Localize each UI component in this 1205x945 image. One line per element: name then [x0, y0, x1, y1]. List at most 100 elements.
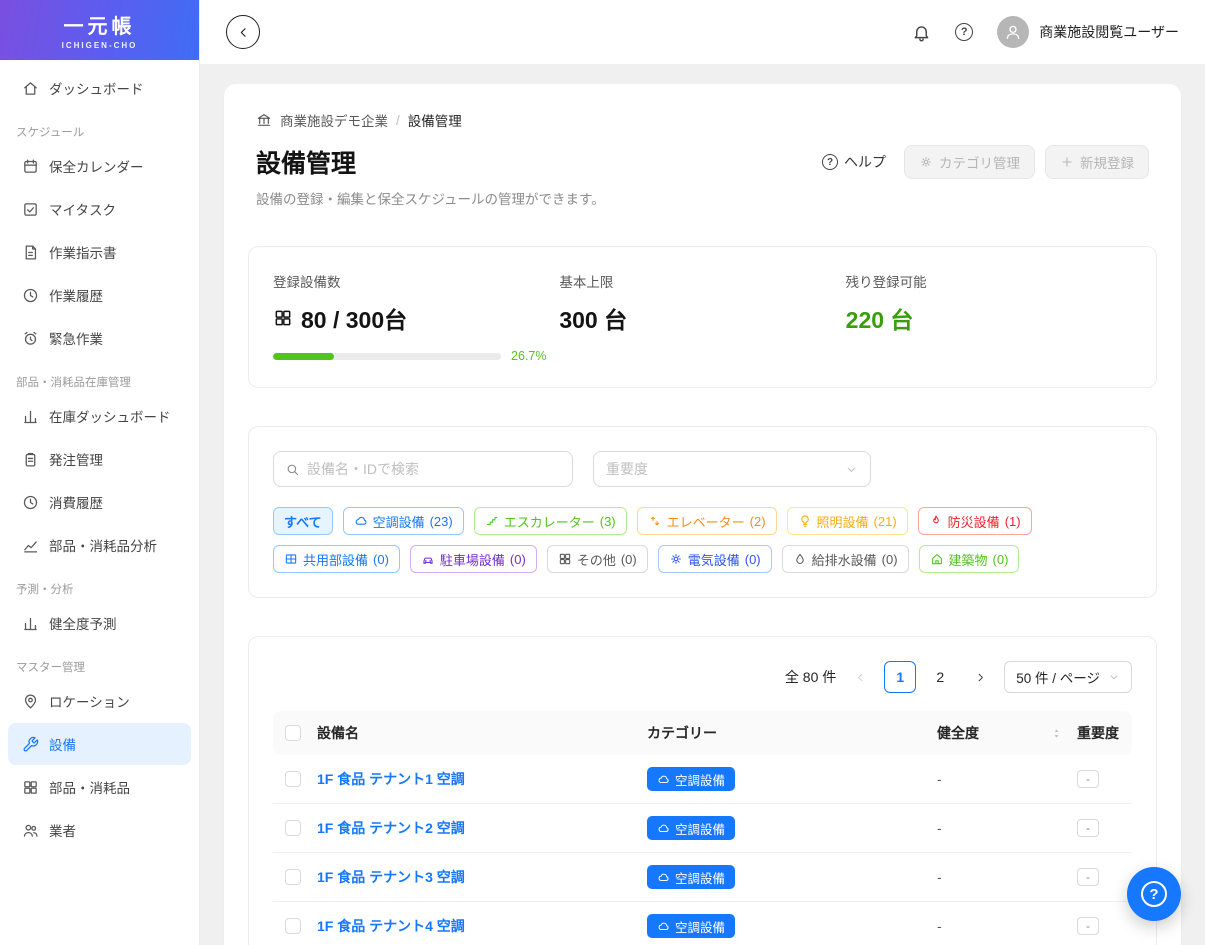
search-input[interactable] — [307, 461, 561, 477]
equipment-link[interactable]: 1F 食品 テナント3 空調 — [317, 867, 647, 887]
chip-label: 建築物 — [949, 550, 988, 569]
gear-icon — [919, 155, 933, 169]
prev-page-button[interactable] — [844, 661, 876, 693]
elevator-icon — [648, 514, 662, 528]
avatar — [997, 16, 1029, 48]
capacity-progress-fill — [273, 353, 334, 360]
sidebar-item-work-orders[interactable]: 作業指示書 — [8, 231, 191, 273]
filter-chip-elevator[interactable]: エレベーター (2) — [637, 507, 777, 535]
logo-title: 一元帳 — [64, 10, 136, 39]
chip-count: (2) — [750, 514, 766, 529]
gear-icon — [669, 552, 683, 566]
filter-chip-fire-prevention[interactable]: 防災設備 (1) — [918, 507, 1032, 535]
dashboard-icon — [22, 80, 39, 97]
help-icon[interactable] — [955, 23, 973, 41]
filter-chip-electric[interactable]: 電気設備 (0) — [658, 545, 772, 573]
filter-chip-plumbing[interactable]: 給排水設備 (0) — [782, 545, 909, 573]
stat-limit-value: 300 台 — [559, 301, 627, 335]
bell-icon[interactable] — [912, 23, 931, 42]
sidebar-item-parts[interactable]: 部品・消耗品 — [8, 766, 191, 808]
table-row: 1F 食品 テナント3 空調 空調設備 - - — [273, 853, 1132, 902]
page-button-1[interactable]: 1 — [884, 661, 916, 693]
category-manage-button[interactable]: カテゴリ管理 — [904, 145, 1035, 179]
sidebar-item-location[interactable]: ロケーション — [8, 680, 191, 722]
sidebar-item-health-prediction[interactable]: 健全度予測 — [8, 602, 191, 644]
chart-icon — [22, 615, 39, 632]
filter-chip-lighting[interactable]: 照明設備 (21) — [787, 507, 908, 535]
filter-chip-parking[interactable]: 駐車場設備 (0) — [410, 545, 537, 573]
sidebar-item-inventory-dashboard[interactable]: 在庫ダッシュボード — [8, 395, 191, 437]
row-checkbox[interactable] — [285, 918, 301, 934]
table-row: 1F 食品 テナント2 空調 空調設備 - - — [273, 804, 1132, 853]
sidebar-item-label: 消費履歴 — [49, 492, 103, 512]
cloud-icon — [657, 822, 670, 835]
sidebar-item-label: 部品・消耗品 — [49, 777, 130, 797]
stat-remaining: 残り登録可能 220 台 — [846, 271, 1132, 363]
importance-select[interactable]: 重要度 — [593, 451, 871, 487]
select-all-checkbox[interactable] — [285, 725, 301, 741]
vendors-icon — [22, 822, 39, 839]
history-icon — [22, 494, 39, 511]
sidebar-item-work-history[interactable]: 作業履歴 — [8, 274, 191, 316]
filter-chip-hvac[interactable]: 空調設備 (23) — [343, 507, 464, 535]
stat-limit-label: 基本上限 — [559, 271, 845, 291]
emergency-icon — [22, 330, 39, 347]
app-logo[interactable]: 一元帳 ICHIGEN-CHO — [0, 0, 199, 60]
next-page-button[interactable] — [964, 661, 996, 693]
page-card: 商業施設デモ企業 / 設備管理 設備管理 ヘルプ カテゴリ管理 — [224, 84, 1181, 945]
page-size-select[interactable]: 50 件 / ページ — [1004, 661, 1132, 693]
sidebar-item-order-management[interactable]: 発注管理 — [8, 438, 191, 480]
sidebar-item-label: 業者 — [49, 820, 76, 840]
sidebar-item-dashboard[interactable]: ダッシュボード — [8, 67, 191, 109]
page-button-2[interactable]: 2 — [924, 661, 956, 693]
pagination: 全 80 件 1 2 50 件 / ページ — [273, 661, 1132, 693]
row-checkbox[interactable] — [285, 869, 301, 885]
column-equipment-name: 設備名 — [317, 723, 647, 743]
health-value: - — [937, 771, 1077, 787]
filter-chip-other[interactable]: その他 (0) — [547, 545, 648, 573]
chevron-down-icon — [1108, 671, 1120, 683]
sidebar-menu: ダッシュボード スケジュール 保全カレンダー マイタスク 作業指示書 作業履歴 — [0, 60, 199, 864]
chip-count: (21) — [874, 514, 897, 529]
new-register-button[interactable]: 新規登録 — [1045, 145, 1149, 179]
chip-label: エスカレーター — [504, 512, 595, 531]
sidebar-item-parts-analysis[interactable]: 部品・消耗品分析 — [8, 524, 191, 566]
sidebar-item-consumption-history[interactable]: 消費履歴 — [8, 481, 191, 523]
importance-tag: - — [1077, 770, 1099, 788]
equipment-link[interactable]: 1F 食品 テナント1 空調 — [317, 769, 647, 789]
breadcrumb: 商業施設デモ企業 / 設備管理 — [248, 110, 1157, 130]
sidebar-item-my-tasks[interactable]: マイタスク — [8, 188, 191, 230]
sidebar-item-emergency-work[interactable]: 緊急作業 — [8, 317, 191, 359]
sidebar-item-label: 部品・消耗品分析 — [49, 535, 157, 555]
filter-chip-building[interactable]: 建築物 (0) — [919, 545, 1020, 573]
sidebar-item-equipment[interactable]: 設備 — [8, 723, 191, 765]
row-checkbox[interactable] — [285, 771, 301, 787]
sort-icon[interactable] — [1050, 725, 1063, 742]
chip-count: (0) — [882, 552, 898, 567]
chip-label: エレベーター — [667, 512, 745, 531]
user-icon — [1004, 23, 1022, 41]
sidebar-item-label: ロケーション — [49, 691, 130, 711]
sidebar-item-maintenance-calendar[interactable]: 保全カレンダー — [8, 145, 191, 187]
filter-card: 重要度 すべて 空調設備 (23) — [248, 426, 1157, 598]
filter-chip-common-area[interactable]: 共用部設備 (0) — [273, 545, 400, 573]
question-icon — [1141, 881, 1167, 907]
filter-chip-escalator[interactable]: エスカレーター (3) — [474, 507, 627, 535]
row-checkbox[interactable] — [285, 820, 301, 836]
user-menu[interactable]: 商業施設閲覧ユーザー — [997, 16, 1179, 48]
chip-label: 照明設備 — [817, 512, 869, 531]
sidebar-item-vendors[interactable]: 業者 — [8, 809, 191, 851]
cloud-icon — [354, 514, 368, 528]
new-register-label: 新規登録 — [1080, 152, 1134, 172]
water-icon — [793, 552, 807, 566]
equipment-link[interactable]: 1F 食品 テナント2 空調 — [317, 818, 647, 838]
chip-count: (23) — [430, 514, 453, 529]
help-link[interactable]: ヘルプ — [822, 152, 886, 172]
topbar: 商業施設閲覧ユーザー — [200, 0, 1205, 64]
importance-tag: - — [1077, 917, 1099, 935]
equipment-link[interactable]: 1F 食品 テナント4 空調 — [317, 916, 647, 936]
breadcrumb-company[interactable]: 商業施設デモ企業 — [280, 110, 388, 130]
help-fab[interactable] — [1127, 867, 1181, 921]
back-button[interactable] — [226, 15, 260, 49]
filter-chip-all[interactable]: すべて — [273, 507, 333, 535]
